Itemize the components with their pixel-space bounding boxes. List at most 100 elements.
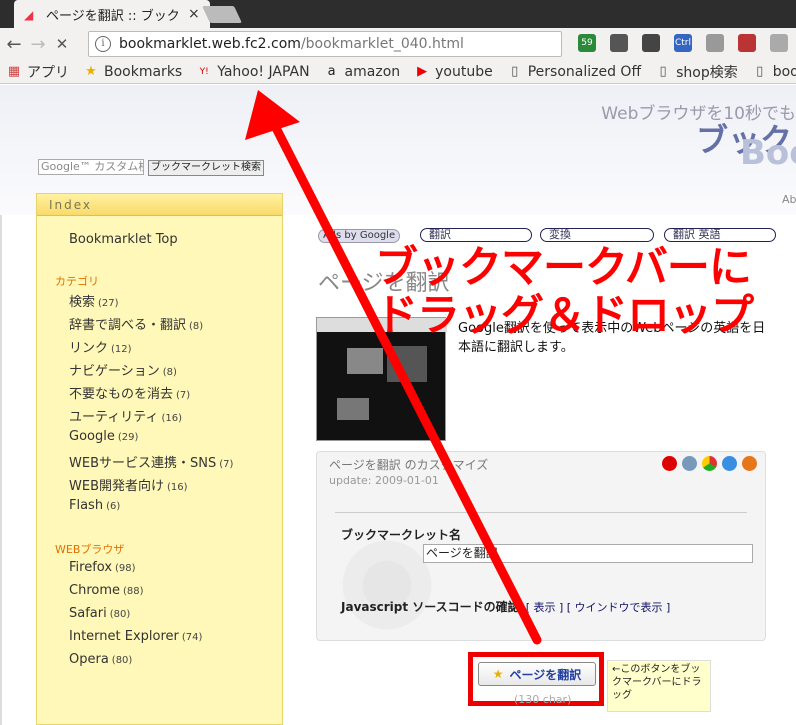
sidebar-category-item[interactable]: ユーティリティ (16) [69, 406, 182, 425]
bookmarks-bar: ▦ アプリ ★ Bookmarks Y! Yahoo! JAPAN a amazon ▶ yout… [0, 60, 796, 84]
sidebar-browser-item-count: (88) [123, 586, 144, 597]
firefox-icon [742, 456, 757, 471]
sidebar-browser-item-label: Chrome [69, 583, 120, 598]
ad-pill-2[interactable]: 変換 [540, 228, 654, 242]
ads-label[interactable]: Ads by Google [318, 229, 401, 243]
sidebar-browser-item-count: (74) [181, 632, 203, 643]
sidebar-category-item-count: (27) [98, 298, 119, 309]
bookmark-item[interactable]: ▯ Personalized Off [507, 64, 641, 80]
sidebar-top-link-label: Bookmarklet Top [69, 232, 178, 247]
char-count: (130 char) [514, 693, 572, 706]
sidebar-browser-item[interactable]: Internet Explorer (74) [69, 629, 202, 644]
bookmarklet-name-label: ブックマークレット名 [341, 528, 462, 542]
browser-tab[interactable]: ◢ ページを翻訳 :: ブック × [14, 0, 210, 28]
apps-grid-icon: ▦ [7, 63, 21, 79]
left-border [0, 215, 2, 725]
doll-icon[interactable] [738, 34, 756, 52]
bookmark-label: bookm [772, 63, 796, 80]
sidebar-category-item-label: リンク [69, 341, 109, 356]
bookmark-label: Bookmarks [104, 63, 183, 80]
page-icon[interactable] [770, 34, 788, 52]
green-diamond-icon[interactable]: 59 [578, 34, 596, 52]
bookmarklet-search-button[interactable]: ブックマークレット検索 [148, 160, 264, 176]
sidebar-category-item[interactable]: WEB開発者向け (16) [69, 475, 188, 494]
sidebar-category-item[interactable]: Flash (6) [69, 498, 120, 513]
url-host: bookmarklet.web.fc2.com [119, 36, 301, 52]
evernote-icon[interactable] [610, 34, 628, 52]
address-bar[interactable]: i bookmarklet.web.fc2.com/bookmarklet_04… [88, 31, 562, 57]
sidebar-category-item[interactable]: リンク (12) [69, 337, 132, 356]
sidebar-category-item-count: (16) [161, 413, 182, 424]
customize-box: ページを翻訳 のカスタマイズ update: 2009-01-01 ブックマーク… [316, 451, 766, 641]
sidebar-browser-item[interactable]: Opera (80) [69, 652, 132, 667]
bookmark-item[interactable]: Y! Yahoo! JAPAN [196, 64, 310, 80]
info-icon[interactable]: i [95, 36, 111, 52]
bookmarklet-label: ページを翻訳 [509, 667, 582, 682]
sidebar-browser-item-count: (98) [115, 563, 136, 574]
sidebar-browser-item-label: Internet Explorer [69, 629, 179, 644]
sidebar-category-item-label: 辞書で調べる・翻訳 [69, 318, 187, 333]
amazon-icon: a [327, 63, 336, 79]
forward-button[interactable]: → [26, 34, 50, 55]
sidebar-category-item-count: (29) [117, 432, 139, 443]
bookmark-item[interactable]: ▶ youtube [414, 64, 493, 80]
google-search-input[interactable]: Google™ カスタム検 [38, 159, 144, 175]
sidebar-top-link[interactable]: Bookmarklet Top [69, 232, 178, 247]
bookmark-item[interactable]: ▦ アプリ [6, 62, 69, 82]
sidebar-category-item[interactable]: 不要なものを消去 (7) [69, 383, 190, 402]
sidebar-category-item[interactable]: ナビゲーション (8) [69, 360, 177, 379]
ctrl-icon[interactable]: Ctrl [674, 34, 692, 52]
site-logo-small: Ab [782, 193, 796, 206]
bookmark-item[interactable]: ▯ bookm [752, 64, 796, 80]
sidebar-category-item-count: (16) [167, 482, 188, 493]
sidebar-category-item[interactable]: 辞書で調べる・翻訳 (8) [69, 314, 203, 333]
sidebar-category-item-label: Google [69, 429, 115, 444]
ad-pill-1[interactable]: 翻訳 [420, 228, 532, 242]
js-source-links[interactable]: [ 表示 ] [ ウインドウで表示 ] [526, 601, 671, 614]
stop-button[interactable]: ✕ [50, 35, 74, 53]
sidebar-category-item-label: 不要なものを消去 [69, 387, 174, 402]
sidebar-category-item[interactable]: WEBサービス連携・SNS (7) [69, 452, 233, 471]
drag-tip: ←このボタンをブックマークバーにドラッグ [607, 660, 711, 712]
browser-icons [657, 456, 757, 471]
yahoo-icon: Y! [199, 66, 209, 77]
page-icon: ▯ [511, 63, 519, 79]
ad-pill-3[interactable]: 翻訳 英語 [664, 228, 776, 242]
bookmark-label: amazon [344, 63, 401, 80]
sidebar-category-item[interactable]: Google (29) [69, 429, 138, 444]
sidebar-category-item-count: (8) [162, 367, 177, 378]
reader-icon[interactable] [706, 34, 724, 52]
sidebar-category-item-count: (8) [189, 321, 204, 332]
back-button[interactable]: ← [2, 34, 26, 55]
translate-bookmarklet-button[interactable]: ★ ページを翻訳 [478, 662, 596, 686]
tab-bar: ◢ ページを翻訳 :: ブック × [0, 0, 796, 28]
bookmark-item[interactable]: a amazon [324, 64, 401, 80]
bookmark-item[interactable]: ★ Bookmarks [83, 64, 182, 80]
sidebar-category-item-label: ナビゲーション [69, 364, 160, 379]
web-page: Webブラウザを10秒でも ブック Boo Ab Google™ カスタム検 ブ… [0, 85, 796, 725]
sidebar-category-item-label: WEBサービス連携・SNS [69, 456, 217, 471]
pocket-icon[interactable] [642, 34, 660, 52]
site-logo-sub: Boo [740, 133, 796, 173]
sidebar-browser-item[interactable]: Chrome (88) [69, 583, 144, 598]
sidebar-category-item-label: 検索 [69, 295, 96, 310]
sidebar-category-item[interactable]: 検索 (27) [69, 291, 119, 310]
sidebar-browser-item-count: (80) [111, 655, 133, 666]
bookmark-item[interactable]: ▯ shop検索 [655, 62, 738, 82]
sidebar-category-item-count: (7) [219, 459, 234, 470]
bookmark-label: アプリ [27, 64, 69, 81]
sidebar-browser-item[interactable]: Safari (80) [69, 606, 130, 621]
star-icon: ★ [492, 667, 504, 681]
sidebar-browser-item[interactable]: Firefox (98) [69, 560, 136, 575]
customize-title: ページを翻訳 のカスタマイズ [329, 458, 489, 472]
sidebar-browser-item-label: Firefox [69, 560, 113, 575]
page-icon: ▯ [756, 63, 764, 79]
bookmark-label: Personalized Off [527, 63, 642, 80]
new-tab-button[interactable] [202, 6, 242, 23]
bookmark-label: youtube [435, 63, 493, 80]
bookmarklet-name-input[interactable]: ページを翻訳 [423, 544, 753, 563]
js-source-line: Javascript ソースコードの確認 [ 表示 ] [ ウインドウで表示 ] [341, 598, 670, 615]
sidebar-browser-item-label: Safari [69, 606, 107, 621]
close-tab-icon[interactable]: × [188, 6, 202, 22]
browser-heading-label: WEBブラウザ [55, 543, 125, 556]
